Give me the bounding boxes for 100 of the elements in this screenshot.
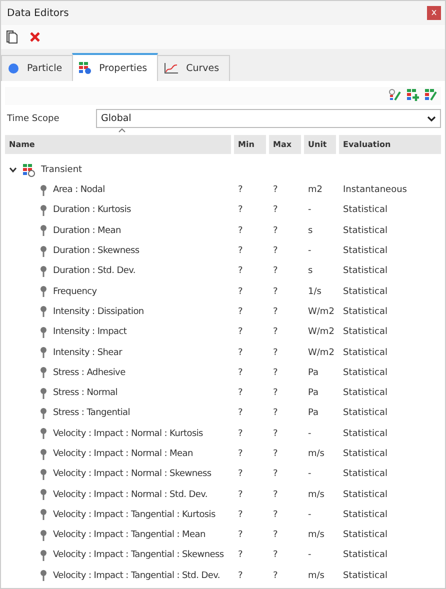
column-header[interactable]: Unit [304,135,336,154]
min-cell-text: ? [237,226,244,236]
unit-cell-text: m/s [307,530,326,540]
add-icon[interactable] [407,89,419,101]
time-scope-dropdown[interactable]: Global [96,109,441,128]
pin-icon [40,266,47,277]
pin-icon [40,468,47,480]
pin-icon [40,408,47,419]
evaluation-cell-text: Statistical [342,306,388,317]
column-header[interactable]: Evaluation [339,135,441,154]
unit-cell-text: W/m2 [307,327,336,338]
pin-icon [40,448,47,460]
pin-icon [40,388,47,399]
property-name[interactable]: Stress : Adhesive [53,368,126,378]
evaluation-cell-text: Statistical [342,449,388,459]
min-cell-text: ? [237,246,244,256]
min-cell-text: ? [237,368,244,378]
max-cell-text: ? [272,408,279,418]
property-name[interactable]: Duration : Mean [53,226,121,236]
time-scope-label: Time Scope [6,114,60,124]
pin-icon [40,489,47,500]
pin-icon [40,326,47,338]
max-cell-text: ? [272,449,279,459]
max-cell-text: ? [272,550,279,560]
min-cell-text: ? [237,185,244,196]
property-name[interactable]: Velocity : Impact : Normal : Skewness [53,469,212,480]
unit-cell-text: Pa [307,388,320,398]
property-name[interactable]: Duration : Kurtosis [53,205,131,216]
tab[interactable]: Particle [1,55,74,81]
tab[interactable]: Curves [157,55,230,81]
property-name[interactable]: Intensity : Impact [53,327,127,338]
max-cell-text: ? [272,490,279,500]
max-cell-text: ? [272,246,279,256]
property-name[interactable]: Velocity : Impact : Tangential : Kurtosis [53,510,216,520]
pin-icon [40,347,47,358]
min-cell-text: ? [237,306,244,317]
property-name[interactable]: Intensity : Dissipation [53,306,144,317]
property-name[interactable]: Velocity : Impact : Tangential : Mean [53,530,206,540]
property-name[interactable]: Duration : Skewness [53,246,140,256]
evaluation-cell-text: Statistical [342,368,388,378]
delete-icon[interactable] [30,32,40,42]
property-name[interactable]: Frequency [53,286,97,297]
line-chart-icon [164,63,178,74]
min-cell-text: ? [237,530,244,540]
property-name[interactable]: Area : Nodal [53,185,105,196]
min-cell-text: ? [237,388,244,398]
filter-icon[interactable] [389,89,401,101]
evaluation-cell-text: Statistical [342,408,388,418]
unit-cell-text: W/m2 [307,306,336,317]
tab[interactable]: Properties [72,53,158,81]
max-cell-text: ? [272,226,279,236]
pin-icon [40,184,47,196]
max-cell-text: ? [272,286,279,297]
pin-icon [40,530,47,541]
max-cell-text: ? [272,306,279,317]
min-cell-text: ? [237,428,244,439]
sort-caret-icon [118,128,126,133]
max-cell-text: ? [272,368,279,378]
evaluation-cell-text: Statistical [342,348,388,358]
property-name[interactable]: Intensity : Shear [53,348,122,358]
column-header[interactable]: Name [5,135,231,154]
property-name[interactable]: Velocity : Impact : Tangential : Skewness [53,550,224,560]
expand-chevron-icon[interactable] [9,167,17,173]
evaluation-cell-text: Statistical [342,266,388,276]
min-cell-text: ? [237,286,244,297]
close-button[interactable]: x [427,6,441,20]
unit-cell-text: s [307,226,314,236]
pin-icon [40,246,47,257]
pin-icon [40,286,47,298]
property-name[interactable]: Velocity : Impact : Tangential : Std. Dev. [53,570,220,581]
property-name[interactable]: Velocity : Impact : Normal : Mean [53,449,193,459]
evaluation-cell-text: Statistical [342,490,388,500]
property-name[interactable]: Stress : Tangential [53,408,130,418]
property-name[interactable]: Stress : Normal [53,388,118,398]
min-cell-text: ? [237,205,244,216]
edit-icon[interactable] [425,89,437,101]
unit-cell-text: m2 [307,185,324,196]
property-name[interactable]: Velocity : Impact : Normal : Std. Dev. [53,490,208,500]
pin-icon [40,306,47,318]
unit-cell-text: - [307,510,312,520]
evaluation-cell-text: Statistical [342,550,388,560]
min-cell-text: ? [237,550,244,560]
pin-icon [40,367,47,378]
max-cell-text: ? [272,570,279,581]
min-cell-text: ? [237,570,244,581]
column-header[interactable]: Min [234,135,266,154]
evaluation-cell-text: Statistical [342,388,388,398]
group-icon [23,164,35,176]
max-cell-text: ? [272,266,279,276]
property-name[interactable]: Duration : Std. Dev. [53,266,136,276]
unit-cell-text: - [307,428,312,439]
evaluation-cell-text: Instantaneous [342,185,408,196]
max-cell-text: ? [272,205,279,216]
property-name[interactable]: Velocity : Impact : Normal : Kurtosis [53,428,203,439]
min-cell-text: ? [237,449,244,459]
evaluation-cell-text: Statistical [342,286,388,297]
column-header[interactable]: Max [269,135,301,154]
unit-cell-text: s [307,266,314,276]
copy-icon[interactable] [6,30,18,44]
tree-group-label[interactable]: Transient [41,165,82,175]
